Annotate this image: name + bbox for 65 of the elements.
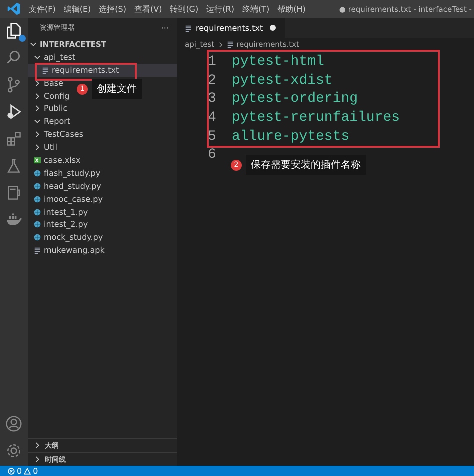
line-number: 3 — [208, 91, 218, 108]
file-item[interactable]: imooc_case.py — [28, 192, 105, 206]
more-actions[interactable]: ··· — [161, 24, 169, 32]
file-item[interactable]: mukewang.apk — [28, 244, 107, 258]
file-item[interactable]: case.xlsx — [28, 154, 83, 167]
badge-dot — [19, 35, 26, 42]
menu-item[interactable]: 编辑(E) — [64, 4, 92, 14]
account-icon[interactable] — [5, 415, 23, 433]
error-icon — [8, 468, 15, 474]
menu-item[interactable]: 帮助(H) — [278, 4, 306, 14]
code-line: pytest-xdist — [232, 72, 333, 89]
editor-tab[interactable]: requirements.txt — [177, 18, 286, 38]
folder-item[interactable]: Config — [28, 90, 72, 102]
menu-item[interactable]: 运行(R) — [206, 4, 234, 14]
lines-icon — [42, 66, 49, 74]
line-number: 4 — [208, 110, 218, 126]
code-line: allure-pytests — [232, 128, 350, 145]
lines-icon — [185, 24, 192, 32]
menu-item[interactable]: 转到(G) — [170, 4, 199, 14]
line-number: 6 — [208, 147, 218, 164]
line-number: 2 — [208, 72, 218, 89]
lines-icon — [226, 41, 234, 48]
spreadsheet-icon — [34, 156, 41, 164]
python-icon — [34, 234, 41, 242]
folder-item[interactable]: TestCases — [28, 128, 86, 142]
chevron-right-icon — [218, 42, 224, 48]
menu-item[interactable]: 终端(T) — [242, 4, 270, 14]
flask-icon[interactable] — [5, 157, 23, 175]
lines-icon — [34, 247, 41, 254]
file-item[interactable]: flash_study.py — [28, 166, 103, 180]
code-line: pytest-ordering — [232, 91, 358, 108]
extensions-icon[interactable] — [5, 130, 23, 148]
branch-icon[interactable] — [5, 76, 23, 94]
code-line: pytest-rerunfailures — [232, 110, 400, 126]
python-icon — [34, 196, 41, 203]
callout-label: 创建文件 — [92, 79, 142, 99]
run-debug-icon[interactable] — [5, 103, 23, 121]
menu-item[interactable]: 选择(S) — [99, 4, 126, 14]
files-icon[interactable] — [5, 22, 23, 40]
folder-item[interactable]: Util — [28, 141, 60, 154]
file-item[interactable]: intest_1.py — [28, 206, 90, 218]
file-item[interactable]: mock_study.py — [28, 231, 106, 244]
app-logo-icon — [7, 2, 21, 16]
callout-label: 保存需要安装的插件名称 — [246, 155, 366, 175]
file-item[interactable]: head_study.py — [28, 180, 104, 193]
line-number: 5 — [208, 128, 218, 145]
python-icon — [34, 221, 41, 228]
folder-item[interactable]: Public — [28, 102, 70, 116]
folder-item[interactable]: api_test — [28, 50, 78, 64]
python-icon — [34, 170, 41, 177]
search-icon[interactable] — [5, 49, 23, 67]
unsaved-dot — [270, 25, 276, 31]
chevron-down-icon — [34, 118, 41, 126]
file-item[interactable]: intest_2.py — [28, 218, 90, 232]
menu-item[interactable]: 查看(V) — [134, 4, 162, 14]
python-icon — [34, 208, 41, 216]
settings-icon[interactable] — [5, 442, 23, 460]
problems-status[interactable]: 0 0 — [8, 466, 38, 476]
line-number: 1 — [208, 54, 218, 70]
code-line: pytest-html — [232, 54, 324, 70]
menu-item[interactable]: 文件(F) — [29, 4, 56, 14]
warning-icon — [24, 468, 32, 474]
python-icon — [34, 182, 41, 190]
folder-item[interactable]: Report — [28, 115, 73, 128]
document-icon[interactable] — [5, 184, 23, 202]
